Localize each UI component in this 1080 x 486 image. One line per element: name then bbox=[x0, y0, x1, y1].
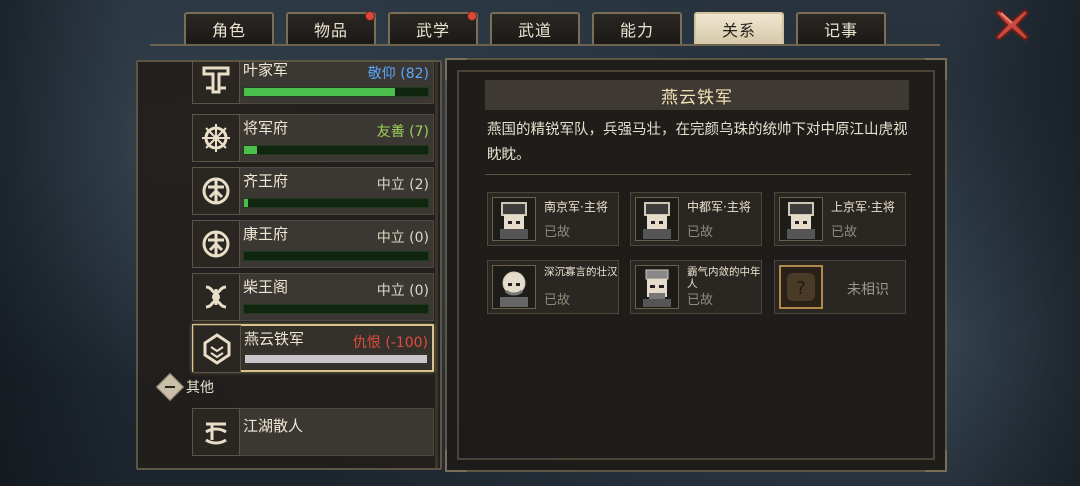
tab-label: 关系 bbox=[721, 21, 756, 40]
member-name: 南京军·主将 bbox=[544, 200, 608, 214]
corner-ornament bbox=[445, 58, 467, 80]
general-portrait-icon bbox=[779, 197, 823, 241]
notification-badge bbox=[467, 11, 477, 21]
member-status: 已故 bbox=[831, 225, 858, 240]
tab-label: 角色 bbox=[211, 21, 246, 40]
section-label: 其他 bbox=[186, 380, 214, 396]
svg-text:?: ? bbox=[796, 278, 806, 299]
faction-item-yejiajun[interactable]: 叶家军 敬仰 (82) bbox=[192, 61, 434, 104]
tab-abilities[interactable]: 能力 bbox=[592, 12, 682, 44]
close-button[interactable] bbox=[993, 6, 1031, 44]
faction-status: 中立 (0) bbox=[376, 230, 429, 246]
close-x-icon bbox=[994, 8, 1030, 42]
reputation-bar bbox=[244, 354, 428, 364]
corner-ornament bbox=[925, 450, 947, 472]
tab-label: 武道 bbox=[517, 21, 552, 40]
general-portrait-icon bbox=[492, 197, 536, 241]
middle-aged-man-portrait-icon bbox=[635, 265, 679, 309]
faction-status: 仇恨 (-100) bbox=[352, 335, 428, 351]
other-section-toggle[interactable]: 其他 bbox=[155, 372, 214, 402]
faction-detail-panel: 燕云铁军 燕国的精锐军队，兵强马壮，在完颜乌珠的统帅下对中原江山虎视眈眈。 南京… bbox=[445, 58, 947, 472]
faction-status: 中立 (2) bbox=[376, 177, 429, 193]
member-status: 已故 bbox=[544, 225, 571, 240]
member-card[interactable]: 南京军·主将 已故 bbox=[487, 192, 619, 246]
faction-status: 友善 (7) bbox=[376, 124, 429, 140]
faction-emblem-icon bbox=[192, 408, 240, 456]
faction-item-jiangjunfu[interactable]: 将军府 友善 (7) bbox=[192, 114, 434, 162]
faction-item-qiwangfu[interactable]: 齐王府 中立 (2) bbox=[192, 167, 434, 215]
corner-ornament bbox=[925, 58, 947, 80]
faction-list-panel[interactable]: 叶家军 敬仰 (82) 将军府 友善 (7) 齐王府 中立 (2) 康王府 中立… bbox=[136, 60, 442, 470]
faction-name: 将军府 bbox=[243, 119, 289, 137]
tab-label: 能力 bbox=[619, 21, 654, 40]
faction-name: 江湖散人 bbox=[243, 417, 304, 435]
divider bbox=[485, 174, 911, 175]
faction-name: 叶家军 bbox=[243, 61, 289, 79]
member-name: 未相识 bbox=[847, 282, 889, 298]
reputation-bar bbox=[243, 251, 429, 261]
reputation-bar-fill bbox=[244, 199, 248, 207]
faction-name: 康王府 bbox=[243, 225, 289, 243]
collapse-icon bbox=[155, 372, 185, 402]
general-portrait-icon bbox=[635, 197, 679, 241]
member-name: 霸气内敛的中年人 bbox=[687, 266, 761, 290]
question-mark-icon: ? bbox=[779, 265, 823, 309]
member-name: 中都军·主将 bbox=[687, 200, 751, 214]
faction-name: 齐王府 bbox=[243, 172, 289, 190]
faction-status: 中立 (0) bbox=[376, 283, 429, 299]
member-name: 上京军·主将 bbox=[831, 200, 895, 214]
member-card[interactable]: 霸气内敛的中年人 已故 bbox=[630, 260, 762, 314]
member-card[interactable]: 中都军·主将 已故 bbox=[630, 192, 762, 246]
member-card[interactable]: 上京军·主将 已故 bbox=[774, 192, 906, 246]
bald-man-portrait-icon bbox=[492, 265, 536, 309]
faction-item-chaiwangge[interactable]: 柴王阁 中立 (0) bbox=[192, 273, 434, 321]
faction-name: 燕云铁军 bbox=[244, 330, 305, 348]
faction-status: 敬仰 (82) bbox=[367, 66, 429, 82]
tab-label: 记事 bbox=[823, 21, 858, 40]
member-name: 深沉寡言的壮汉 bbox=[544, 266, 618, 278]
faction-emblem-icon bbox=[193, 325, 241, 373]
tab-label: 武学 bbox=[415, 21, 450, 40]
reputation-bar-fill bbox=[244, 88, 395, 96]
member-status: 已故 bbox=[687, 293, 714, 308]
member-status: 已故 bbox=[687, 225, 714, 240]
member-card-unknown[interactable]: ? 未相识 bbox=[774, 260, 906, 314]
reputation-bar bbox=[243, 198, 429, 208]
faction-emblem-icon bbox=[192, 220, 240, 268]
reputation-bar-fill bbox=[245, 355, 427, 363]
reputation-bar bbox=[243, 304, 429, 314]
member-card[interactable]: 深沉寡言的壮汉 已故 bbox=[487, 260, 619, 314]
detail-title: 燕云铁军 bbox=[485, 80, 909, 110]
faction-item-yanyuntiejun[interactable]: 燕云铁军 仇恨 (-100) bbox=[192, 324, 434, 373]
tab-character[interactable]: 角色 bbox=[184, 12, 274, 44]
tab-relations[interactable]: 关系 bbox=[694, 12, 784, 44]
reputation-bar-fill bbox=[244, 146, 257, 154]
faction-name: 柴王阁 bbox=[243, 278, 289, 296]
tab-underline bbox=[150, 44, 940, 46]
reputation-bar bbox=[243, 145, 429, 155]
reputation-bar bbox=[243, 87, 429, 97]
tab-journal[interactable]: 记事 bbox=[796, 12, 886, 44]
tab-label: 物品 bbox=[313, 21, 348, 40]
detail-description: 燕国的精锐军队，兵强马壮，在完颜乌珠的统帅下对中原江山虎视眈眈。 bbox=[487, 122, 908, 163]
faction-emblem-icon bbox=[192, 114, 240, 162]
tab-items[interactable]: 物品 bbox=[286, 11, 376, 44]
member-status: 已故 bbox=[544, 293, 571, 308]
tab-martial-way[interactable]: 武道 bbox=[490, 12, 580, 44]
scrollbar[interactable] bbox=[435, 62, 438, 468]
notification-badge bbox=[365, 11, 375, 21]
faction-emblem-icon bbox=[192, 167, 240, 215]
tab-martial-arts[interactable]: 武学 bbox=[388, 11, 478, 44]
corner-ornament bbox=[445, 450, 467, 472]
faction-emblem-icon bbox=[192, 273, 240, 321]
faction-item-jianghusanren[interactable]: 江湖散人 bbox=[192, 408, 434, 456]
faction-emblem-icon bbox=[192, 62, 240, 104]
faction-item-kangwangfu[interactable]: 康王府 中立 (0) bbox=[192, 220, 434, 268]
